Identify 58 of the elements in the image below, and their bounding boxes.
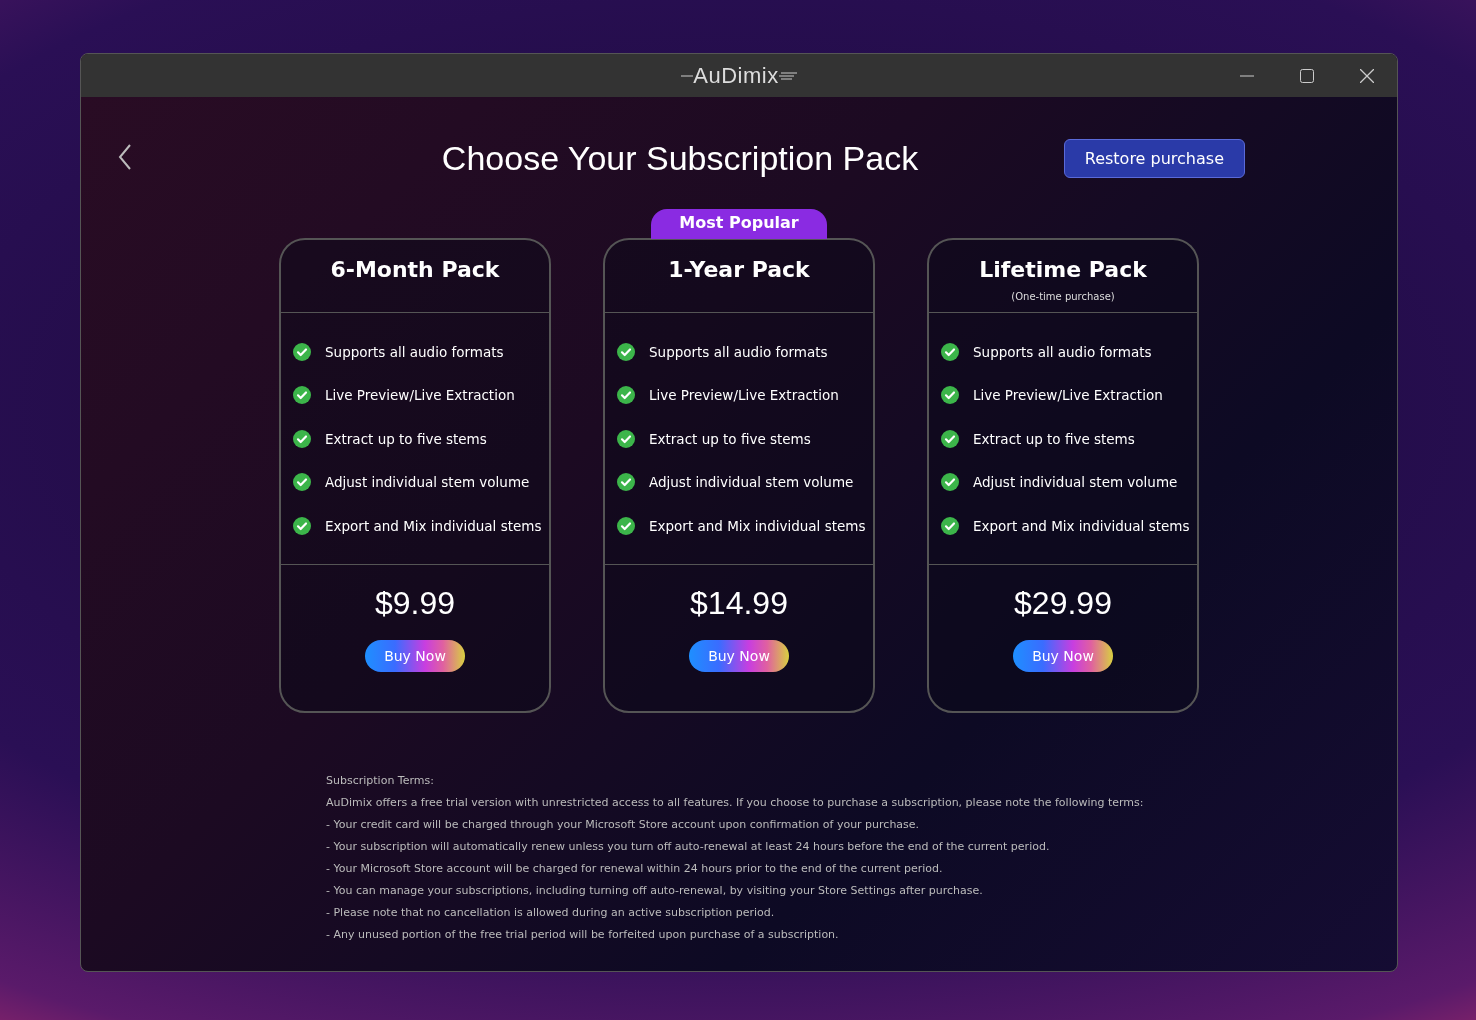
check-icon (941, 473, 959, 491)
feature-text: Live Preview/Live Extraction (649, 387, 839, 403)
check-icon (617, 429, 635, 448)
feature-text: Supports all audio formats (649, 343, 828, 360)
terms-item: - Your Microsoft Store account will be charged for renewal within 24 hours prior to the end of the current period. (326, 861, 944, 876)
feature-text: Live Preview/Live Extraction (973, 387, 1163, 403)
terms-item: - You can manage your subscriptions, including turning off auto-renewal, by visiting your Store Settings after purchase. (326, 883, 984, 898)
buy-now-button[interactable]: Buy Now (1013, 640, 1113, 672)
terms-heading: Subscription Terms: (326, 773, 435, 788)
close-icon (1360, 68, 1374, 83)
feature-text: Export and Mix individual stems (325, 517, 542, 534)
check-icon (941, 516, 959, 535)
terms-intro: AuDimix offers a free trial version with unrestricted access to all features. If you choose to purchase a subscription, please note the following terms: (326, 795, 1145, 810)
feature-text: Adjust individual stem volume (973, 474, 1178, 490)
plan-subtitle: (One-time purchase) (1011, 291, 1115, 302)
plan-name: 6-Month Pack (330, 257, 500, 282)
check-icon (293, 429, 311, 448)
maximize-icon (1300, 68, 1314, 83)
page-title: Choose Your Subscription Pack (441, 138, 919, 178)
plan-price: $29.99 (1014, 585, 1112, 622)
check-icon (617, 473, 635, 491)
buy-now-button[interactable]: Buy Now (365, 640, 465, 672)
feature-text: Extract up to five stems (325, 430, 487, 447)
check-icon (617, 516, 635, 535)
feature-text: Live Preview/Live Extraction (325, 387, 515, 403)
feature-text: Adjust individual stem volume (325, 474, 530, 490)
check-icon (293, 516, 311, 535)
feature-text: Supports all audio formats (325, 343, 504, 360)
check-icon (293, 473, 311, 491)
terms-item: - Please note that no cancellation is allowed during an active subscription period. (326, 905, 776, 920)
check-icon (941, 429, 959, 448)
feature-text: Extract up to five stems (649, 430, 811, 447)
app-logo: AuDimix (693, 62, 779, 89)
check-icon (617, 386, 635, 404)
feature-text: Supports all audio formats (973, 343, 1152, 360)
plan-name: Lifetime Pack (979, 257, 1147, 282)
feature-text: Export and Mix individual stems (649, 517, 866, 534)
back-icon (118, 143, 132, 170)
plan-name: 1-Year Pack (668, 257, 810, 282)
restore-purchase-button[interactable]: Restore purchase (1063, 138, 1245, 178)
check-icon (617, 342, 635, 361)
terms-item: - Your credit card will be charged through your Microsoft Store account upon confirmation of your purchase. (326, 817, 921, 832)
buy-now-button[interactable]: Buy Now (689, 640, 789, 672)
lines-icon (778, 69, 797, 82)
check-icon (293, 342, 311, 361)
plan-price: $14.99 (690, 585, 788, 622)
terms-item: - Your subscription will automatically renew unless you turn off auto-renewal at least 24 hours before the end of the current period. (326, 839, 1051, 854)
popular-badge: Most Popular (651, 209, 827, 239)
terms-item: - Any unused portion of the free trial period will be forfeited upon purchase of a subscription. (326, 927, 840, 942)
check-icon (293, 386, 311, 404)
minimize-icon (1240, 74, 1254, 77)
feature-text: Adjust individual stem volume (649, 474, 854, 490)
check-icon (941, 342, 959, 361)
feature-text: Extract up to five stems (973, 430, 1135, 447)
feature-text: Export and Mix individual stems (973, 517, 1190, 534)
line-icon (681, 73, 694, 78)
check-icon (941, 386, 959, 404)
plan-price: $9.99 (374, 585, 456, 622)
